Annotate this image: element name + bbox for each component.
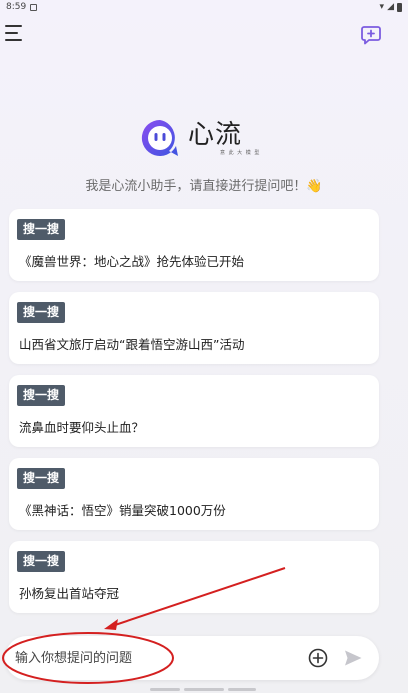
signal-icon: ◢ [387,2,394,12]
suggestion-text: 流鼻血时要仰头止血？ [19,420,145,435]
new-chat-icon[interactable] [360,24,382,46]
suggestion-card[interactable]: 搜一搜 山西省文旅厅启动“跟着悟空游山西”活动 [9,292,379,364]
question-input[interactable] [15,636,295,680]
search-tag: 搜一搜 [17,468,66,489]
chat-input-bar [5,636,379,680]
status-left: 8:59 [6,2,38,12]
status-bar: 8:59 ▾ ◢ [0,0,408,14]
suggestion-card[interactable]: 搜一搜 《魔兽世界：地心之战》抢先体验已开始 [9,209,379,281]
app-tagline: 意 此 大 模 型 [220,149,261,156]
battery-icon [397,2,402,12]
annotation-arrow-head [104,619,118,630]
suggestion-card[interactable]: 搜一搜 孙杨复出首站夺冠 [9,541,379,613]
greeting-text: 我是心流小助手，请直接进行提问吧！👋 [85,179,323,194]
status-right: ▾ ◢ [380,2,402,12]
search-tag: 搜一搜 [17,302,66,323]
notification-icon [30,3,38,11]
logo-text: 心流 意 此 大 模 型 [188,121,260,156]
app-name: 心流 [188,119,243,150]
suggestion-card[interactable]: 搜一搜 流鼻血时要仰头止血？ [9,375,379,447]
status-time: 8:59 [6,2,27,12]
suggestion-card[interactable]: 搜一搜 《黑神话：悟空》销量突破1000万份 [9,458,379,530]
app-logo: 心流 意 此 大 模 型 [138,113,268,163]
search-tag: 搜一搜 [17,219,66,240]
send-icon[interactable] [343,649,363,667]
suggestion-text: 《魔兽世界：地心之战》抢先体验已开始 [19,254,245,269]
bottom-indicator [150,688,260,692]
suggestion-text: 《黑神话：悟空》销量突破1000万份 [19,503,226,518]
search-tag: 搜一搜 [17,551,66,572]
suggestion-text: 山西省文旅厅启动“跟着悟空游山西”活动 [19,337,245,352]
logo-icon [141,119,178,156]
menu-icon[interactable] [5,25,25,43]
search-tag: 搜一搜 [17,385,66,406]
suggestion-text: 孙杨复出首站夺冠 [19,586,120,601]
wifi-icon: ▾ [379,2,385,12]
plus-circle-icon[interactable] [308,648,328,668]
